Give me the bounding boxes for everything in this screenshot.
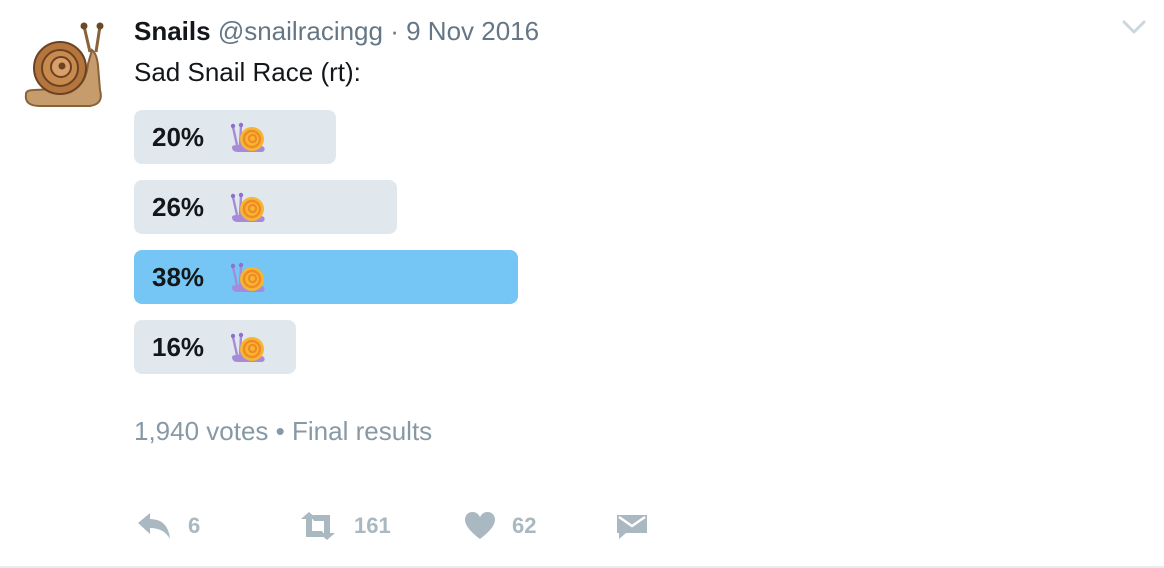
poll-choice: 16% [134,320,296,374]
tweet-date[interactable]: 9 Nov 2016 [406,16,539,46]
poll-status: Final results [292,416,433,446]
tweet-text: Sad Snail Race (rt): [134,57,361,87]
vote-count: 1,940 votes [134,416,269,446]
tweet-header: Snails @snailracingg · 9 Nov 2016 [134,14,539,48]
poll-percent: 20% [152,122,205,152]
separator: · [390,16,399,46]
user-handle[interactable]: @snailracingg [218,16,383,46]
snail-icon [230,121,267,153]
bullet: • [275,416,285,446]
poll-percent: 26% [152,192,205,222]
retweet-icon [298,511,338,541]
poll-percent: 38% [152,262,205,292]
like-count: 62 [512,513,537,538]
reply-button[interactable]: 6 [136,506,200,546]
retweet-button[interactable]: 161 [298,506,391,546]
poll-choice-winner: 38% [134,250,518,304]
poll-percent: 16% [152,332,205,362]
reply-icon [136,511,172,541]
tweet-actions: 6 161 62 [134,506,734,546]
snail-icon [230,191,267,223]
like-button[interactable]: 62 [464,506,536,546]
avatar[interactable] [20,20,108,108]
poll-choice: 20% [134,110,336,164]
chevron-down-icon[interactable] [1120,16,1148,38]
envelope-icon [616,512,648,540]
retweet-count: 161 [354,513,391,538]
poll-summary: 1,940 votes • Final results [134,414,432,448]
reply-count: 6 [188,513,201,538]
poll-choice: 26% [134,180,397,234]
snail-icon [230,261,267,293]
direct-message-button[interactable] [616,506,648,546]
tweet-card[interactable]: Snails @snailracingg · 9 Nov 2016 Sad Sn… [0,0,1164,568]
display-name[interactable]: Snails [134,16,211,46]
heart-icon [464,511,496,541]
poll: 20% 26% 38% 16% [134,110,518,390]
snail-icon [230,331,267,363]
